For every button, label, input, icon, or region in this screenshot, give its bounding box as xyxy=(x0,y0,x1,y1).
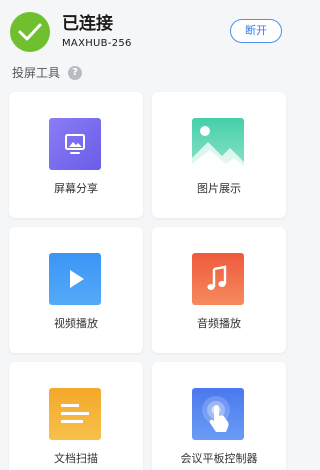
device-name: MAXHUB-256 xyxy=(62,38,132,49)
connected-check-icon xyxy=(10,12,50,52)
tool-label: 音频播放 xyxy=(197,317,241,330)
tool-card-document-scan[interactable]: 文档扫描 xyxy=(9,362,143,470)
app-screen: 已连接 MAXHUB-256 断开 投屏工具 ? 屏幕分享 图片展示 视频播放 … xyxy=(0,0,296,470)
connection-status-title: 已连接 xyxy=(62,14,113,34)
video-play-icon xyxy=(49,253,101,305)
tool-label: 文档扫描 xyxy=(54,452,98,465)
tool-label: 会议平板控制器 xyxy=(180,452,258,465)
disconnect-button[interactable]: 断开 xyxy=(230,19,282,43)
tool-card-screen-share[interactable]: 屏幕分享 xyxy=(9,92,143,218)
tool-card-touch-controller[interactable]: 会议平板控制器 xyxy=(152,362,286,470)
tool-card-image-gallery[interactable]: 图片展示 xyxy=(152,92,286,218)
help-icon[interactable]: ? xyxy=(68,66,82,80)
document-scan-icon xyxy=(49,388,101,440)
tool-card-audio-play[interactable]: 音频播放 xyxy=(152,227,286,353)
music-note-icon xyxy=(192,253,244,305)
tool-label: 屏幕分享 xyxy=(54,182,98,195)
image-gallery-icon xyxy=(192,118,244,170)
tool-label: 图片展示 xyxy=(197,182,241,195)
screen-share-icon xyxy=(49,118,101,170)
tool-card-video-play[interactable]: 视频播放 xyxy=(9,227,143,353)
tool-label: 视频播放 xyxy=(54,317,98,330)
section-title: 投屏工具 xyxy=(12,66,61,80)
connection-header: 已连接 MAXHUB-256 断开 xyxy=(0,0,296,62)
touch-controller-icon xyxy=(192,388,244,440)
